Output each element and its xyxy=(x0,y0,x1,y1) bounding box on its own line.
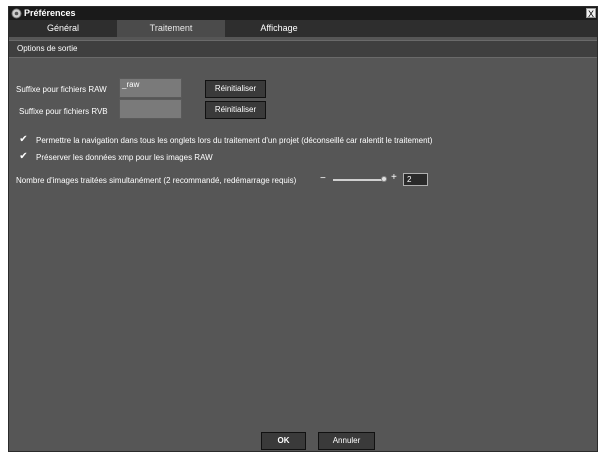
app-icon xyxy=(11,8,22,19)
rvb-suffix-label: Suffixe pour fichiers RVB xyxy=(19,107,108,116)
increase-button[interactable]: + xyxy=(391,173,397,183)
raw-suffix-input[interactable]: _raw xyxy=(119,78,182,98)
navigation-checkbox[interactable]: ✔ xyxy=(19,135,28,145)
navigation-option-label: Permettre la navigation dans tous les on… xyxy=(36,136,433,145)
xmp-option-label: Préserver les données xmp pour les image… xyxy=(36,153,213,162)
close-button[interactable]: X xyxy=(586,8,596,19)
window-title: Préférences xyxy=(24,8,76,18)
tab-bar: Général Traitement Affichage xyxy=(9,20,597,37)
concurrency-label: Nombre d'images traitées simultanément (… xyxy=(16,176,297,185)
tab-affichage[interactable]: Affichage xyxy=(225,20,333,37)
slider-thumb[interactable] xyxy=(381,176,387,182)
tab-general[interactable]: Général xyxy=(9,20,117,37)
xmp-checkbox[interactable]: ✔ xyxy=(19,152,28,162)
rvb-suffix-input[interactable] xyxy=(119,99,182,119)
reset-rvb-button[interactable]: Réinitialiser xyxy=(205,101,266,119)
title-bar[interactable]: Préférences X xyxy=(9,7,597,20)
close-icon: X xyxy=(587,9,594,19)
section-header: Options de sortie xyxy=(9,40,597,58)
tab-traitement[interactable]: Traitement xyxy=(117,20,225,37)
raw-suffix-label: Suffixe pour fichiers RAW xyxy=(16,85,107,94)
concurrency-value[interactable]: 2 xyxy=(403,173,428,186)
preferences-dialog: Préférences X Général Traitement Afficha… xyxy=(8,6,598,452)
cancel-button[interactable]: Annuler xyxy=(318,432,375,450)
ok-button[interactable]: OK xyxy=(261,432,306,450)
section-title: Options de sortie xyxy=(17,44,78,53)
concurrency-slider[interactable] xyxy=(333,179,385,181)
decrease-button[interactable]: − xyxy=(320,174,326,184)
reset-raw-button[interactable]: Réinitialiser xyxy=(205,80,266,98)
